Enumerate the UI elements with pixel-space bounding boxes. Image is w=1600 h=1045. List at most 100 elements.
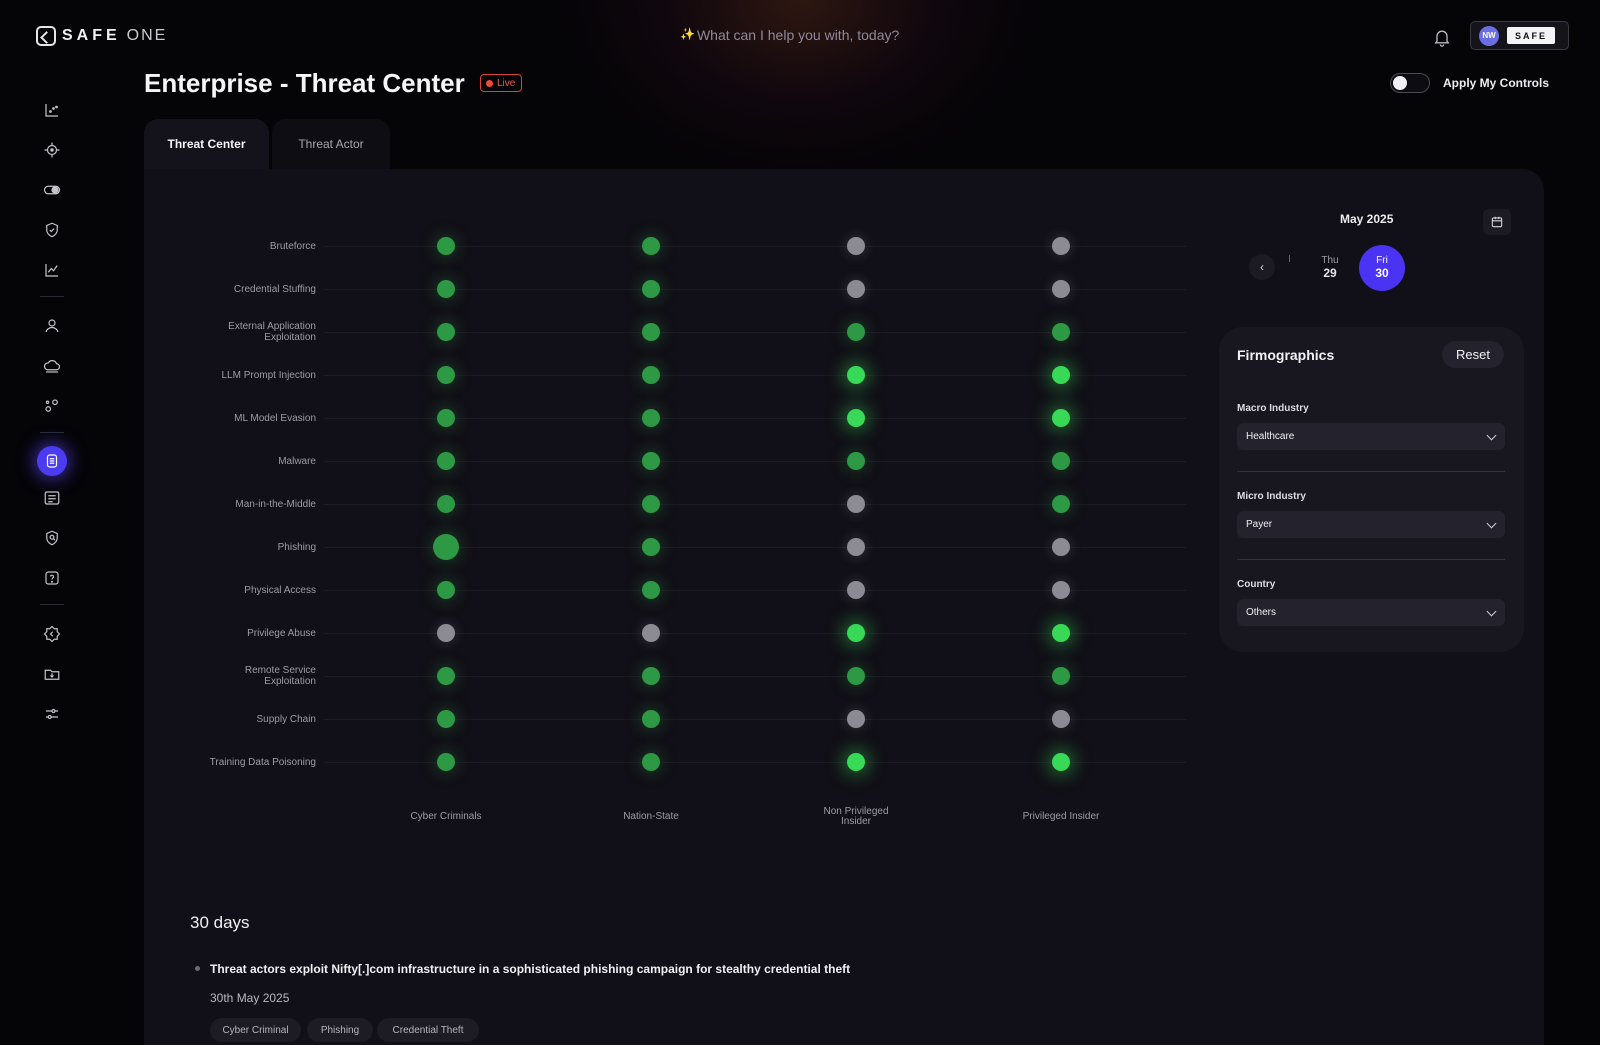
threat-dot[interactable] (847, 753, 865, 771)
threat-dot[interactable] (437, 753, 455, 771)
threat-dot[interactable] (847, 280, 865, 298)
macro-industry-select[interactable]: Healthcare (1237, 423, 1505, 450)
trend-chart-icon[interactable] (40, 258, 64, 282)
threat-dot[interactable] (1052, 667, 1070, 685)
threat-dot[interactable] (642, 237, 660, 255)
threat-dot[interactable] (847, 624, 865, 642)
threat-dot[interactable] (642, 753, 660, 771)
threat-dot[interactable] (847, 323, 865, 341)
threat-dot[interactable] (847, 409, 865, 427)
threat-dot[interactable] (437, 452, 455, 470)
threat-dot[interactable] (437, 495, 455, 513)
threat-dot[interactable] (642, 323, 660, 341)
threat-dot[interactable] (1052, 753, 1070, 771)
tab-threat-actor[interactable]: Threat Actor (272, 119, 390, 169)
column-label: Non Privileged Insider (823, 806, 889, 827)
macro-industry-label: Macro Industry (1237, 403, 1309, 414)
threat-dot[interactable] (642, 624, 660, 642)
shield-check-icon[interactable] (40, 218, 64, 242)
shield-search-icon[interactable] (40, 526, 64, 550)
threat-dot[interactable] (437, 409, 455, 427)
threat-dot[interactable] (1052, 581, 1070, 599)
news-tag[interactable]: Credential Theft (377, 1018, 479, 1042)
threat-dot[interactable] (642, 538, 660, 556)
account-menu[interactable]: NW SAFE (1470, 21, 1569, 50)
threat-dot[interactable] (437, 280, 455, 298)
threat-dot[interactable] (642, 710, 660, 728)
help-icon[interactable] (40, 566, 64, 590)
threat-dot[interactable] (642, 409, 660, 427)
sliders-icon[interactable] (40, 702, 64, 726)
user-icon[interactable] (40, 314, 64, 338)
firmographics-card: Firmographics Reset Macro Industry Healt… (1219, 327, 1524, 652)
cloud-icon[interactable] (40, 354, 64, 378)
reset-button[interactable]: Reset (1442, 341, 1504, 368)
threat-dot[interactable] (437, 323, 455, 341)
threat-dot[interactable] (847, 452, 865, 470)
news-tag[interactable]: Cyber Criminal (210, 1018, 301, 1042)
chevron-left-icon: ‹ (1260, 260, 1264, 274)
threat-dot[interactable] (642, 581, 660, 599)
threat-dot[interactable] (1052, 409, 1070, 427)
sidebar-divider (40, 604, 64, 605)
threat-dot[interactable] (1052, 624, 1070, 642)
threat-dot[interactable] (1052, 280, 1070, 298)
target-icon[interactable] (40, 138, 64, 162)
day-thu-29[interactable]: Thu 29 (1314, 254, 1346, 280)
calendar-button[interactable] (1483, 209, 1511, 235)
threat-dot[interactable] (433, 534, 459, 560)
settings-icon[interactable] (40, 622, 64, 646)
threat-dot[interactable] (437, 710, 455, 728)
chevron-down-icon (1486, 606, 1497, 617)
tab-threat-center[interactable]: Threat Center (144, 119, 269, 169)
country-select[interactable]: Others (1237, 599, 1505, 626)
field-divider (1237, 471, 1505, 472)
previous-day-button[interactable]: ‹ (1249, 254, 1275, 280)
threat-dot[interactable] (437, 581, 455, 599)
threat-dot[interactable] (847, 366, 865, 384)
threat-dot[interactable] (1052, 237, 1070, 255)
threat-dot[interactable] (1052, 323, 1070, 341)
threat-dot[interactable] (642, 366, 660, 384)
threat-dot[interactable] (437, 366, 455, 384)
threat-dot[interactable] (847, 581, 865, 599)
firmographics-title: Firmographics (1237, 347, 1335, 363)
notification-bell-icon[interactable] (1432, 26, 1452, 48)
threat-dot[interactable] (437, 624, 455, 642)
threat-dot[interactable] (1052, 366, 1070, 384)
apply-controls-toggle[interactable] (1390, 73, 1430, 93)
threat-dot[interactable] (847, 667, 865, 685)
nodes-icon[interactable] (40, 394, 64, 418)
logo-brand: SAFE (62, 27, 121, 44)
threat-dot[interactable] (642, 667, 660, 685)
threat-dot[interactable] (847, 495, 865, 513)
threat-dot[interactable] (847, 710, 865, 728)
dashboard-icon[interactable] (40, 98, 64, 122)
row-label: LLM Prompt Injection (221, 370, 317, 381)
assistant-prompt[interactable]: ✨ What can I help you with, today? (680, 27, 899, 43)
news-tag[interactable]: Phishing (307, 1018, 373, 1042)
toggle-icon[interactable] (40, 178, 64, 202)
threat-dot[interactable] (1052, 452, 1070, 470)
threat-dot[interactable] (437, 237, 455, 255)
threat-dot[interactable] (642, 280, 660, 298)
download-folder-icon[interactable] (40, 662, 64, 686)
logo-mark-icon (36, 26, 56, 46)
threat-dot[interactable] (847, 237, 865, 255)
threat-center-icon[interactable] (37, 446, 67, 476)
list-icon[interactable] (40, 486, 64, 510)
threat-dot[interactable] (437, 667, 455, 685)
row-label: Bruteforce (269, 241, 316, 252)
threat-dot[interactable] (1052, 538, 1070, 556)
day-fri-30-selected[interactable]: Fri 30 (1359, 245, 1405, 291)
threat-dot[interactable] (642, 452, 660, 470)
column-label: Privileged Insider (1022, 811, 1100, 822)
avatar: NW (1479, 25, 1499, 46)
app-logo[interactable]: SAFE ONE (36, 26, 167, 46)
threat-dot[interactable] (847, 538, 865, 556)
micro-industry-select[interactable]: Payer (1237, 511, 1505, 538)
threat-dot[interactable] (1052, 495, 1070, 513)
threat-dot[interactable] (642, 495, 660, 513)
threat-dot[interactable] (1052, 710, 1070, 728)
news-item-title[interactable]: Threat actors exploit Nifty[.]com infras… (210, 962, 850, 976)
